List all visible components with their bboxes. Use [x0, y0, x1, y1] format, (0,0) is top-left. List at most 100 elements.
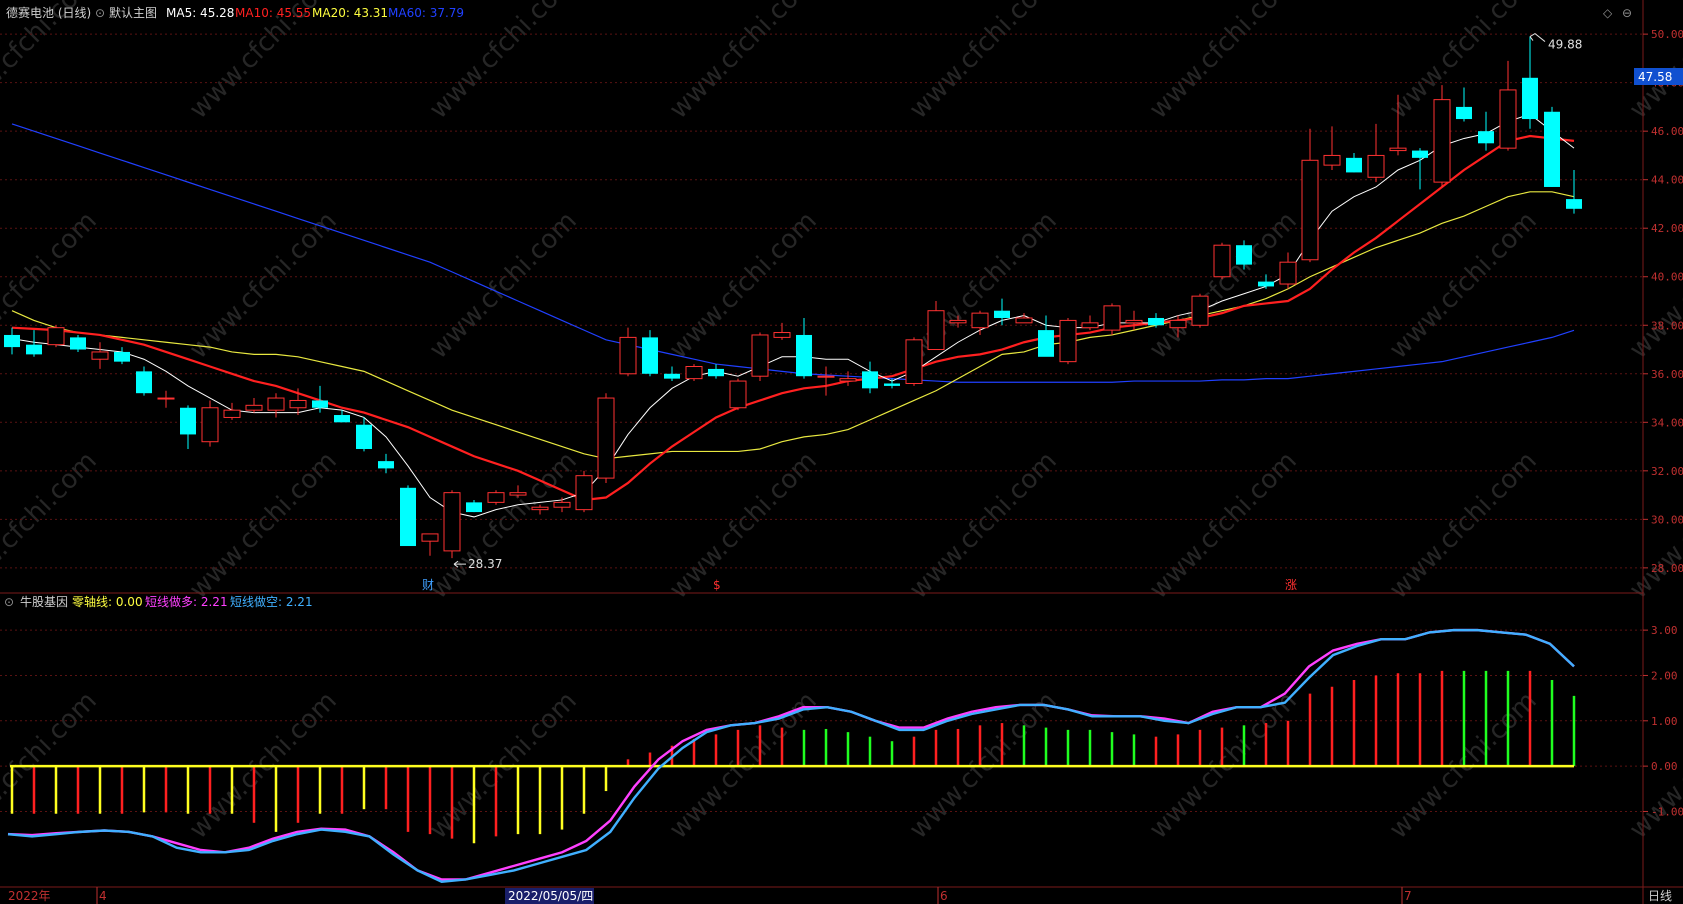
watermark-text: www.cfchi.com: [904, 0, 1063, 125]
diamond-icon[interactable]: ◇: [1603, 6, 1613, 20]
candle-body-down: [180, 407, 196, 435]
candle-body-down: [642, 337, 658, 374]
high-price-label: 49.88: [1548, 38, 1582, 52]
candle-body-up: [949, 319, 967, 324]
candle-body-up: [1279, 261, 1297, 285]
candle-body-down: [1412, 150, 1428, 158]
candle-body-down: [1346, 157, 1362, 173]
candle-body-up: [223, 409, 241, 418]
current-price-value: 47.58: [1638, 70, 1672, 84]
candle-body-up: [245, 404, 263, 411]
price-tick-label: 34.00: [1651, 416, 1683, 429]
price-tick-label: 42.00: [1651, 222, 1683, 235]
ma5-label: MA5: 45.28: [166, 6, 234, 20]
candle-body-down: [1236, 245, 1252, 265]
low-price-label: 28.37: [468, 557, 502, 571]
candle-body-down: [1522, 77, 1538, 120]
chart-stage[interactable]: www.cfchi.com www.cfchi.com www.cfchi.com w…: [0, 0, 1683, 904]
watermark-text: www.cfchi.com: [1144, 0, 1303, 125]
time-label-year: 2022年: [8, 889, 51, 903]
watermark-text: www.cfchi.com: [0, 446, 103, 605]
price-tick-label: 36.00: [1651, 368, 1683, 381]
candle-body-down: [26, 344, 42, 355]
candle-body-up: [685, 366, 703, 380]
event-marker-limit-up: 涨: [1285, 577, 1297, 592]
time-label-crosshair: 2022/05/05/四: [508, 889, 593, 903]
candle-body-up: [597, 397, 615, 479]
candle-body-up: [773, 332, 791, 338]
candle-body-up: [289, 399, 307, 409]
watermark-text: www.cfchi.com: [904, 446, 1063, 605]
candle-body-down: [884, 383, 900, 386]
candle-body-down: [1038, 330, 1054, 357]
indicator-lines: [7, 628, 1575, 883]
candle-body-down: [400, 487, 416, 547]
short-long-line: [7, 628, 1575, 881]
candle-body-up: [729, 380, 747, 409]
candle-body-down: [708, 368, 724, 377]
candle-body-up: [487, 492, 505, 503]
price-tick-label: 50.00: [1651, 28, 1683, 41]
candle-body-up: [553, 501, 571, 508]
template-dropdown-icon[interactable]: ⊙: [95, 6, 105, 20]
short-short-label: 短线做空: 2.21: [230, 594, 313, 609]
indicator-menu-icon[interactable]: ⊙: [4, 595, 14, 609]
ma60-label: MA60: 37.79: [388, 6, 464, 20]
candle-body-up: [839, 378, 857, 382]
event-marker-finance: 财: [422, 578, 434, 592]
zero-line-label: 零轴线: 0.00: [72, 594, 143, 609]
candle-body-up: [1323, 154, 1341, 166]
candle-body-up: [619, 336, 637, 375]
candle-body-up: [1059, 319, 1077, 363]
candle-body-up: [817, 375, 835, 378]
candle-body-down: [312, 400, 328, 408]
watermark-text: www.cfchi.com: [424, 206, 583, 365]
indicator-title[interactable]: 牛股基因: [20, 594, 68, 609]
candle-body-up: [157, 397, 175, 400]
candle-body-down: [1456, 106, 1472, 120]
candle-body-up: [1103, 305, 1121, 331]
candle-body-down: [862, 371, 878, 389]
candle-body-up: [421, 533, 439, 542]
candle-body-up: [1169, 319, 1187, 329]
watermark-text: www.cfchi.com: [1384, 446, 1543, 605]
candle-body-down: [114, 351, 130, 362]
candle-body-up: [267, 397, 285, 411]
stock-name[interactable]: 德赛电池 (日线): [6, 5, 91, 20]
candle-body-down: [1566, 199, 1582, 209]
candle-body-up: [1213, 244, 1231, 278]
ma20-label: MA20: 43.31: [312, 6, 388, 20]
candle-body-down: [378, 461, 394, 469]
settings-icon[interactable]: ⊖: [1622, 6, 1632, 20]
candle-body-up: [1367, 154, 1385, 178]
watermark-text: www.cfchi.com: [1144, 446, 1303, 605]
candle-body-up: [575, 475, 593, 511]
candle-body-down: [466, 502, 482, 513]
high-price-marker: 49.88: [1529, 32, 1582, 52]
candle-body-up: [1301, 159, 1319, 261]
candle-body-down: [4, 334, 20, 348]
watermark-text: www.cfchi.com: [1624, 0, 1683, 125]
current-price-tag: 47.58: [1634, 68, 1683, 85]
time-label-jun: 6: [940, 889, 948, 903]
candle-body-up: [201, 407, 219, 443]
candle-body-down: [1544, 111, 1560, 187]
template-name[interactable]: 默认主图: [109, 5, 157, 20]
candle-body-down: [356, 424, 372, 449]
event-marker-dividend: $: [713, 578, 721, 592]
candle-body-down: [664, 373, 680, 379]
indicator-header: ⊙ 牛股基因 零轴线: 0.00 短线做多: 2.21 短线做空: 2.21: [4, 594, 313, 609]
short-short-line: [7, 628, 1575, 883]
candle-body-up: [1015, 317, 1033, 324]
watermark-text: www.cfchi.com: [1384, 206, 1543, 365]
period-label[interactable]: 日线: [1648, 889, 1672, 903]
watermark-text: www.cfchi.com: [184, 446, 343, 605]
watermark-text: www.cfchi.com: [664, 0, 823, 125]
watermark-text: www.cfchi.com: [184, 206, 343, 365]
candle-body-up: [509, 492, 527, 496]
time-axis-labels: 2022年 4 2022/05/05/四 6 7 日线: [8, 887, 1672, 904]
candle-body-down: [796, 334, 812, 377]
indicator-tick-label: 1.00: [1651, 715, 1678, 728]
indicator-tick-label: 3.00: [1651, 624, 1678, 637]
candle-body-down: [1478, 131, 1494, 144]
